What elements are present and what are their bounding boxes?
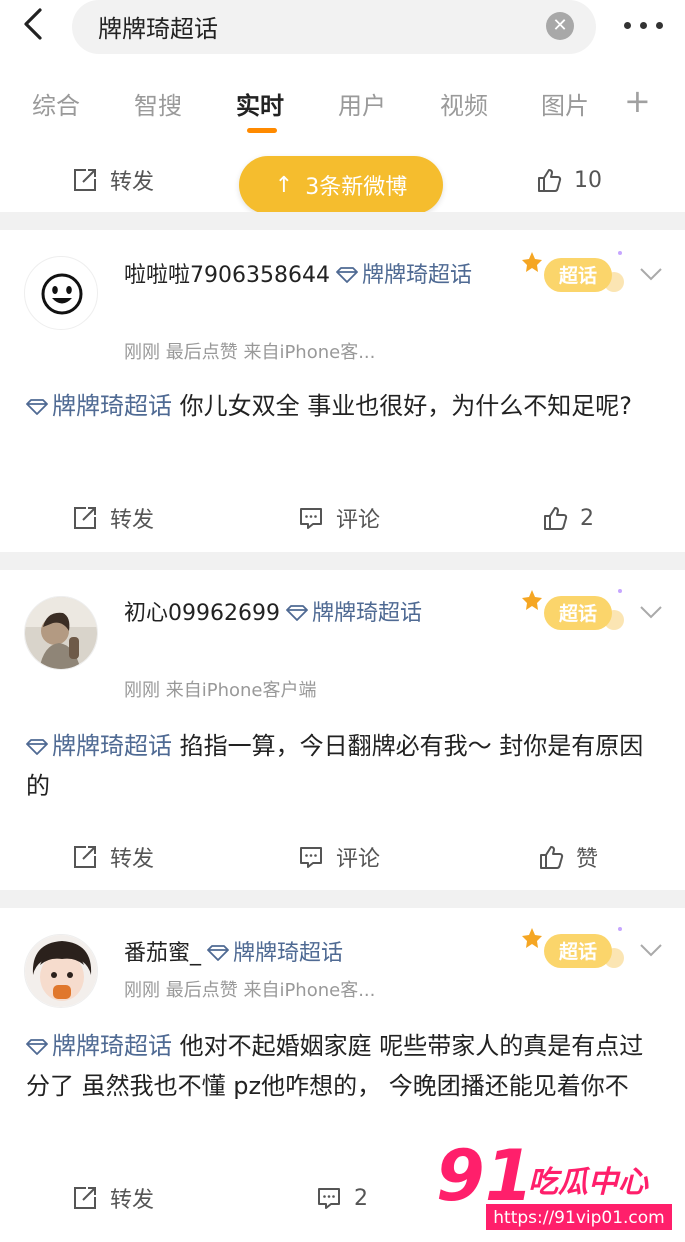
svg-text:https://91vip01.com: https://91vip01.com [493, 1208, 665, 1228]
supertopic-badge: 超话 [522, 589, 624, 630]
chevron-down-icon[interactable] [638, 602, 664, 622]
supertopic-icon [26, 739, 48, 755]
repost-label: 转发 [110, 508, 155, 533]
like-label: 赞 [576, 847, 599, 872]
supertopic-icon [26, 1039, 48, 1055]
new-posts-label: 3条新微博 [305, 175, 408, 200]
supertopic-link[interactable]: 牌牌琦超话 [362, 263, 472, 288]
post-actions: 转发 评论 2 [0, 488, 685, 548]
separator [0, 890, 685, 908]
avatar[interactable] [24, 934, 98, 1008]
comment-icon [318, 1188, 340, 1209]
supertopic-link[interactable]: 牌牌琦超话 [312, 601, 422, 626]
username[interactable]: 番茄蜜_ [124, 941, 201, 966]
add-tab-icon[interactable]: + [624, 82, 651, 120]
supertopic-link[interactable]: 牌牌琦超话 [233, 941, 343, 966]
repost-label: 转发 [110, 170, 155, 195]
svg-text:超话: 超话 [558, 602, 597, 625]
post-card[interactable]: 啦啦啦7906358644 牌牌琦超话 刚刚 最后点赞 来自iPhone客... … [0, 230, 685, 552]
clear-icon[interactable]: ✕ [546, 12, 574, 40]
tab-bar: 综合 智搜 实时 用户 视频 图片 + [0, 78, 685, 138]
comment-icon [300, 508, 322, 529]
like-icon [538, 169, 562, 192]
repost-label: 转发 [110, 847, 155, 872]
comment-button[interactable]: 评论 [298, 502, 380, 534]
up-arrow-icon: ↑ [274, 172, 294, 198]
supertopic-link[interactable]: 牌牌琦超话 [52, 732, 172, 760]
post-text: 牌牌琦超话 掐指一算，今日翻牌必有我～ 封你是有原因的 [26, 726, 662, 806]
avatar[interactable] [24, 256, 98, 330]
tab-images[interactable]: 图片 [541, 86, 589, 121]
comment-count: 2 [354, 1185, 368, 1211]
new-posts-button[interactable]: ↑ 3条新微博 [239, 156, 443, 214]
post-text: 牌牌琦超话 他对不起婚姻家庭 呢些带家人的真是有点过分了 虽然我也不懂 pz他咋… [26, 1026, 662, 1106]
post-card[interactable]: 初心09962699 牌牌琦超话 刚刚 来自iPhone客户端 超话 牌牌琦超话 … [0, 570, 685, 890]
supertopic-link[interactable]: 牌牌琦超话 [52, 392, 172, 420]
search-input[interactable]: 牌牌琦超话 ✕ [72, 0, 596, 54]
back-icon[interactable] [16, 4, 56, 44]
repost-label: 转发 [110, 1188, 155, 1213]
separator [0, 212, 685, 230]
repost-button[interactable]: 转发 [72, 1182, 154, 1214]
search-query: 牌牌琦超话 [98, 15, 218, 43]
like-icon [540, 846, 564, 869]
svg-text:超话: 超话 [558, 264, 597, 287]
post-meta: 刚刚 最后点赞 来自iPhone客... [124, 980, 376, 1001]
supertopic-badge: 超话 [522, 251, 624, 292]
repost-button[interactable]: 转发 [72, 841, 154, 873]
svg-text:吃瓜中心: 吃瓜中心 [528, 1165, 649, 1200]
repost-icon [74, 507, 96, 529]
post-meta: 刚刚 最后点赞 来自iPhone客... [124, 342, 376, 363]
post-actions: 转发 评论 赞 [0, 827, 685, 887]
supertopic-icon [207, 945, 229, 961]
like-icon [544, 507, 568, 530]
like-count: 2 [580, 505, 594, 531]
chevron-down-icon[interactable] [638, 264, 664, 284]
username[interactable]: 初心09962699 [124, 601, 280, 626]
tab-realtime[interactable]: 实时 [236, 86, 284, 121]
like-button[interactable]: 赞 [538, 841, 598, 873]
chevron-down-icon[interactable] [638, 940, 664, 960]
comment-icon [300, 847, 322, 868]
comment-label: 评论 [336, 847, 381, 872]
more-icon[interactable] [618, 10, 668, 40]
post-text: 牌牌琦超话 你儿女双全 事业也很好，为什么不知足呢? [26, 386, 662, 426]
supertopic-icon [286, 605, 308, 621]
supertopic-link[interactable]: 牌牌琦超话 [52, 1032, 172, 1060]
supertopic-icon [336, 267, 358, 283]
repost-icon [74, 1187, 96, 1209]
repost-icon [74, 169, 96, 191]
comment-button[interactable]: 评论 [298, 841, 380, 873]
separator [0, 552, 685, 570]
supertopic-badge: 超话 [522, 927, 624, 968]
site-watermark: 91 吃瓜中心 https://91vip01.com [436, 1138, 672, 1230]
active-tab-indicator [247, 128, 277, 133]
tab-users[interactable]: 用户 [338, 86, 386, 121]
comment-label: 评论 [336, 508, 381, 533]
avatar[interactable] [24, 596, 98, 670]
repost-icon [74, 846, 96, 868]
post-body: 你儿女双全 事业也很好，为什么不知足呢? [179, 392, 633, 420]
like-count: 10 [574, 167, 602, 193]
comment-button[interactable]: 2 [316, 1182, 368, 1214]
tab-comprehensive[interactable]: 综合 [32, 86, 80, 121]
tab-video[interactable]: 视频 [440, 86, 488, 121]
repost-button[interactable]: 转发 [72, 164, 154, 196]
username[interactable]: 啦啦啦7906358644 [124, 263, 330, 288]
like-button[interactable]: 2 [542, 502, 594, 534]
post-meta: 刚刚 来自iPhone客户端 [124, 680, 317, 701]
repost-button[interactable]: 转发 [72, 502, 154, 534]
tab-smart-search[interactable]: 智搜 [134, 86, 182, 121]
svg-text:超话: 超话 [558, 940, 597, 963]
supertopic-icon [26, 399, 48, 415]
top-bar: 牌牌琦超话 ✕ [0, 0, 685, 64]
like-button[interactable]: 10 [536, 164, 602, 196]
